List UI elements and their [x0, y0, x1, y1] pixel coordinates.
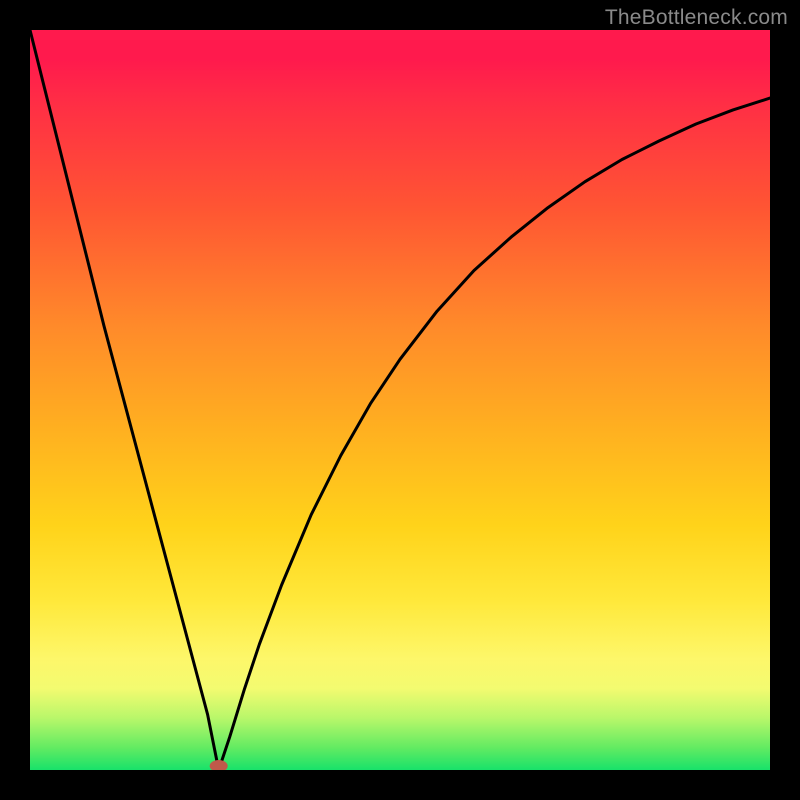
- curve-path: [30, 30, 770, 770]
- chart-frame: TheBottleneck.com: [0, 0, 800, 800]
- plot-area: [30, 30, 770, 770]
- curve-svg: [30, 30, 770, 770]
- watermark-text: TheBottleneck.com: [605, 6, 788, 30]
- minimum-marker: [210, 760, 228, 770]
